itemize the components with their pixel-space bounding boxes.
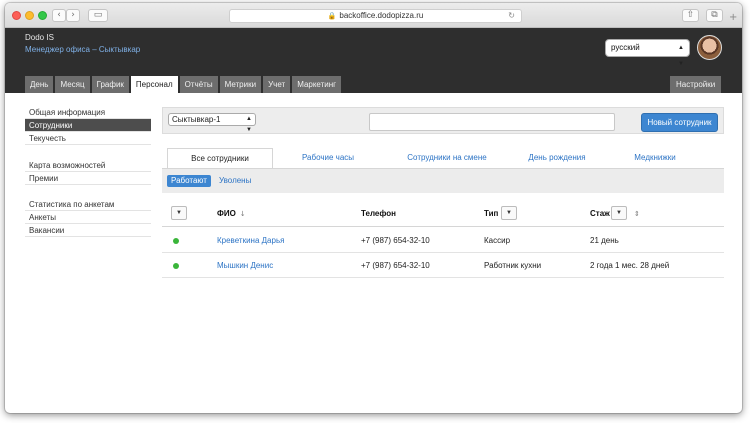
zoom-window-button[interactable] — [38, 11, 47, 20]
url-text: backoffice.dodopizza.ru — [339, 11, 424, 20]
browser-window: ‹ › ▭ 🔒 backoffice.dodopizza.ru ↻ ⇧ ⧉ + D… — [5, 3, 742, 413]
tab-schedule[interactable]: График — [91, 76, 129, 93]
type-filter-dropdown[interactable]: ▼ — [501, 206, 517, 220]
chevron-left-icon: ‹ — [57, 10, 61, 20]
tab-month[interactable]: Месяц — [55, 76, 90, 93]
caret-down-icon: ▼ — [176, 210, 182, 216]
tab-birthdays[interactable]: День рождения — [512, 148, 602, 168]
sidebar-group-surveys: Статистика по анкетам Анкеты Вакансии — [25, 198, 151, 237]
chevron-right-icon: › — [71, 10, 75, 20]
tab-medical-books[interactable]: Медкнижки — [620, 148, 690, 168]
sidebar-item-vacancies[interactable]: Вакансии — [25, 224, 151, 237]
lock-icon: 🔒 — [327, 13, 337, 20]
tab-day[interactable]: День — [25, 76, 54, 93]
sidebar-item-general-info[interactable]: Общая информация — [25, 106, 151, 119]
pizzeria-value: Сыктывкар-1 — [172, 115, 221, 124]
language-value: русский — [611, 43, 640, 52]
tab-working-hours[interactable]: Рабочие часы — [288, 148, 368, 168]
filter-fired[interactable]: Уволены — [219, 175, 251, 187]
close-window-button[interactable] — [12, 11, 21, 20]
panel-tabs: Все сотрудники Рабочие часы Сотрудники н… — [162, 148, 724, 168]
tab-all-employees[interactable]: Все сотрудники — [167, 148, 273, 168]
new-employee-button[interactable]: Новый сотрудник — [641, 113, 718, 132]
column-tenure: Стаж — [590, 209, 610, 218]
status-active-icon — [173, 263, 179, 269]
sidebar-item-opportunity-map[interactable]: Карта возможностей — [25, 159, 151, 172]
filter-working[interactable]: Работают — [167, 175, 211, 187]
show-tabs-button[interactable]: ⧉ — [706, 9, 723, 22]
select-all-dropdown[interactable]: ▼ — [171, 206, 187, 220]
filter-bar: Сыктывкар-1 ▲ ▼ Новый сотрудник — [162, 107, 724, 134]
caret-down-icon: ▼ — [506, 210, 512, 216]
table-header: ▼ ФИО ↓ Телефон Тип ▼ Стаж ▼ ⇕ — [162, 200, 724, 227]
sidebar-toggle-button[interactable]: ▭ — [88, 9, 108, 22]
sidebar-item-turnover[interactable]: Текучесть — [25, 132, 151, 145]
select-arrows-icon: ▲ ▼ — [678, 45, 684, 67]
back-button[interactable]: ‹ — [52, 9, 66, 22]
column-name[interactable]: ФИО ↓ — [217, 209, 246, 218]
tenure-sort[interactable]: ⇕ — [630, 209, 640, 218]
sidebar-item-surveys[interactable]: Анкеты — [25, 211, 151, 224]
column-type: Тип — [484, 209, 499, 218]
tab-on-shift[interactable]: Сотрудники на смене — [387, 148, 507, 168]
sidebar-item-employees[interactable]: Сотрудники — [25, 119, 151, 132]
employee-tenure: 2 года 1 мес. 28 дней — [590, 261, 670, 270]
employee-type: Работник кухни — [484, 261, 542, 270]
tabs-icon: ⧉ — [711, 10, 718, 20]
share-button[interactable]: ⇧ — [682, 9, 699, 22]
tab-settings[interactable]: Настройки — [670, 76, 722, 93]
app-header: Dodo IS Менеджер офиса – Сыктывкар русск… — [5, 28, 742, 93]
caret-down-icon: ▼ — [616, 210, 622, 216]
employee-phone: +7 (987) 654-32-10 — [361, 261, 430, 270]
select-arrows-icon: ▲ ▼ — [246, 116, 252, 133]
forward-button[interactable]: › — [66, 9, 80, 22]
main-nav: День Месяц График Персонал Отчёты Метрик… — [25, 76, 342, 93]
avatar[interactable] — [697, 35, 722, 60]
tenure-filter-dropdown[interactable]: ▼ — [611, 206, 627, 220]
sort-down-icon: ↓ — [239, 210, 246, 218]
employee-name-link[interactable]: Мышкин Денис — [217, 261, 273, 270]
employee-tenure: 21 день — [590, 236, 619, 245]
tab-accounting[interactable]: Учет — [263, 76, 291, 93]
share-icon: ⇧ — [686, 10, 695, 20]
sidebar-icon: ▭ — [93, 10, 103, 20]
table-row: Мышкин Денис +7 (987) 654-32-10 Работник… — [162, 253, 724, 278]
minimize-window-button[interactable] — [25, 11, 34, 20]
sidebar-item-bonuses[interactable]: Премии — [25, 172, 151, 185]
reload-icon[interactable]: ↻ — [508, 10, 515, 22]
sidebar-group-opportunities: Карта возможностей Премии — [25, 159, 151, 185]
app-title: Dodo IS — [25, 33, 54, 42]
address-bar[interactable]: 🔒 backoffice.dodopizza.ru ↻ — [229, 9, 522, 23]
sidebar-item-survey-stats[interactable]: Статистика по анкетам — [25, 198, 151, 211]
tab-staff[interactable]: Персонал — [130, 76, 178, 93]
browser-toolbar: ‹ › ▭ 🔒 backoffice.dodopizza.ru ↻ ⇧ ⧉ + — [5, 3, 742, 28]
employee-phone: +7 (987) 654-32-10 — [361, 236, 430, 245]
tab-reports[interactable]: Отчёты — [179, 76, 218, 93]
office-subtitle-link[interactable]: Менеджер офиса – Сыктывкар — [25, 45, 140, 54]
search-input[interactable] — [369, 113, 615, 131]
sort-both-icon: ⇕ — [634, 210, 640, 218]
status-filter-bar: Работают Уволены — [162, 168, 724, 193]
language-select[interactable]: русский ▲ ▼ — [605, 39, 690, 67]
new-tab-icon[interactable]: + — [729, 12, 737, 23]
table-row: Креветкина Дарья +7 (987) 654-32-10 Касс… — [162, 228, 724, 253]
tab-marketing[interactable]: Маркетинг — [292, 76, 342, 93]
employee-type: Кассир — [484, 236, 511, 245]
sidebar-group-general: Общая информация Сотрудники Текучесть — [25, 106, 151, 145]
employee-name-link[interactable]: Креветкина Дарья — [217, 236, 284, 245]
column-phone: Телефон — [361, 209, 396, 218]
tab-metrics[interactable]: Метрики — [219, 76, 262, 93]
status-active-icon — [173, 238, 179, 244]
pizzeria-select[interactable]: Сыктывкар-1 ▲ ▼ — [168, 113, 256, 133]
